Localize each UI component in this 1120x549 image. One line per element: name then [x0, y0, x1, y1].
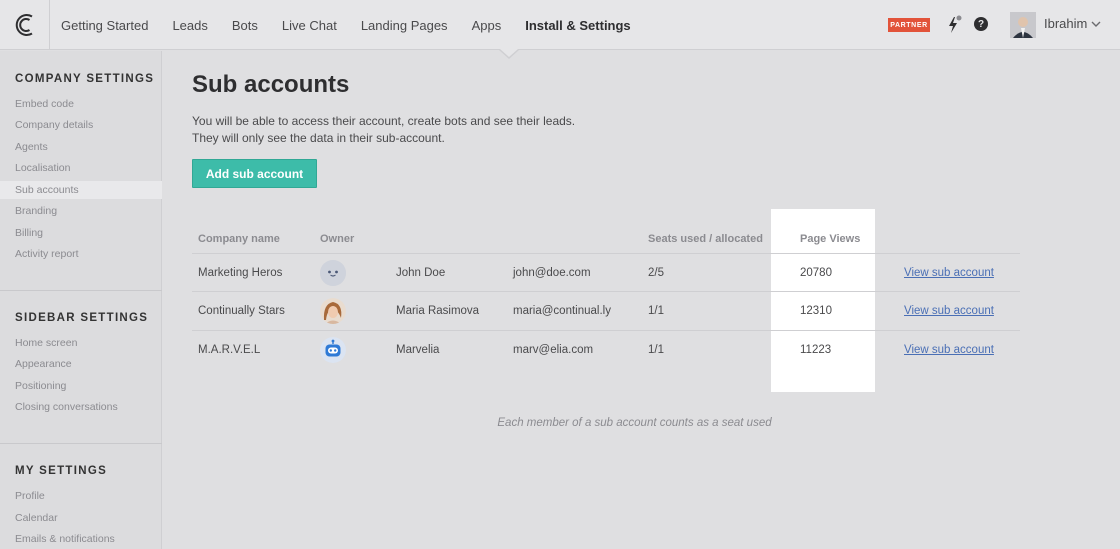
logo-icon: [15, 14, 33, 36]
owner-avatar: [320, 331, 346, 369]
table-row: Continually Stars Maria Rasimova maria@c…: [192, 291, 1020, 330]
sidebar-item-activity-report[interactable]: Activity report: [0, 245, 162, 263]
table-row: Marketing Heros John Doe john@doe.com 2/…: [192, 253, 1020, 292]
sidebar-item-appearance[interactable]: Appearance: [0, 355, 162, 373]
main-nav: Getting Started Leads Bots Live Chat Lan…: [50, 0, 643, 50]
sidebar-divider: [0, 290, 162, 291]
app-logo[interactable]: [0, 0, 50, 50]
sidebar-item-closing-conversations[interactable]: Closing conversations: [0, 398, 162, 416]
owner-name: Marvelia: [396, 344, 440, 356]
sidebar-item-profile[interactable]: Profile: [0, 487, 162, 505]
company-name: Continually Stars: [198, 305, 285, 317]
view-sub-account-link[interactable]: View sub account: [904, 292, 994, 330]
owner-email: marv@elia.com: [513, 344, 594, 356]
add-sub-account-button[interactable]: Add sub account: [192, 159, 317, 188]
column-header-company: Company name: [198, 233, 280, 245]
sidebar-item-home-screen[interactable]: Home screen: [0, 334, 162, 352]
owner-email: john@doe.com: [513, 267, 591, 279]
column-header-owner: Owner: [320, 233, 355, 245]
view-sub-account-link[interactable]: View sub account: [904, 331, 994, 369]
section-title-my-settings: MY SETTINGS: [15, 465, 108, 477]
user-name[interactable]: Ibrahim: [1044, 16, 1087, 31]
section-title-company-settings: COMPANY SETTINGS: [15, 73, 155, 85]
robot-icon: [320, 337, 346, 363]
page-title: Sub accounts: [192, 71, 350, 98]
lightning-icon[interactable]: [946, 15, 962, 35]
column-header-seats: Seats used / allocated: [648, 233, 763, 245]
owner-name: John Doe: [396, 267, 446, 279]
page-views: 11223: [800, 344, 832, 356]
owner-avatar: [320, 292, 346, 330]
owner-email: maria@continual.ly: [513, 305, 611, 317]
table-row: M.A.R.V.E.L Marvelia marv@elia.com 1/1 1…: [192, 330, 1020, 369]
top-navigation: Getting Started Leads Bots Live Chat Lan…: [0, 0, 1120, 50]
settings-sidebar: COMPANY SETTINGS Embed code Company deta…: [0, 51, 162, 549]
company-name: M.A.R.V.E.L: [198, 344, 261, 356]
nav-getting-started[interactable]: Getting Started: [61, 18, 148, 33]
bot-face-icon: [320, 260, 346, 286]
sidebar-item-agents[interactable]: Agents: [0, 138, 162, 156]
sidebar-item-embed-code[interactable]: Embed code: [0, 95, 162, 113]
nav-landing-pages[interactable]: Landing Pages: [361, 18, 448, 33]
sidebar-item-sub-accounts[interactable]: Sub accounts: [0, 181, 162, 199]
seats-used: 2/5: [648, 267, 664, 279]
nav-bots[interactable]: Bots: [232, 18, 258, 33]
page-views: 20780: [800, 267, 832, 279]
intro-line: You will be able to access their account…: [192, 114, 576, 128]
help-icon[interactable]: ?: [974, 17, 988, 31]
sidebar-item-emails-notifications[interactable]: Emails & notifications: [0, 530, 162, 548]
intro-line: They will only see the data in their sub…: [192, 130, 445, 145]
view-sub-account-link[interactable]: View sub account: [904, 254, 994, 292]
main-content: Sub accounts You will be able to access …: [163, 51, 1120, 549]
sidebar-item-positioning[interactable]: Positioning: [0, 377, 162, 395]
person-photo-icon: [320, 298, 346, 324]
owner-avatar: [320, 254, 346, 292]
column-header-page-views: Page Views: [800, 233, 861, 245]
section-title-sidebar-settings: SIDEBAR SETTINGS: [15, 312, 149, 324]
nav-live-chat[interactable]: Live Chat: [282, 18, 337, 33]
sidebar-divider: [0, 443, 162, 444]
page-intro: You will be able to access their account…: [192, 113, 575, 146]
user-photo-icon: [1010, 12, 1036, 38]
partner-badge[interactable]: PARTNER: [888, 18, 930, 32]
company-name: Marketing Heros: [198, 267, 283, 279]
sidebar-item-billing[interactable]: Billing: [0, 224, 162, 242]
sidebar-item-calendar[interactable]: Calendar: [0, 509, 162, 527]
seats-used: 1/1: [648, 305, 664, 317]
seats-used: 1/1: [648, 344, 664, 356]
nav-apps[interactable]: Apps: [472, 18, 502, 33]
nav-install-settings[interactable]: Install & Settings: [525, 18, 630, 33]
sidebar-item-branding[interactable]: Branding: [0, 202, 162, 220]
owner-name: Maria Rasimova: [396, 305, 480, 317]
sidebar-item-localisation[interactable]: Localisation: [0, 159, 162, 177]
sidebar-item-company-details[interactable]: Company details: [0, 116, 162, 134]
seat-usage-note: Each member of a sub account counts as a…: [497, 417, 772, 429]
chevron-down-icon[interactable]: [1090, 18, 1102, 30]
page-views: 12310: [800, 305, 832, 317]
nav-leads[interactable]: Leads: [172, 18, 207, 33]
user-avatar[interactable]: [1010, 12, 1036, 38]
